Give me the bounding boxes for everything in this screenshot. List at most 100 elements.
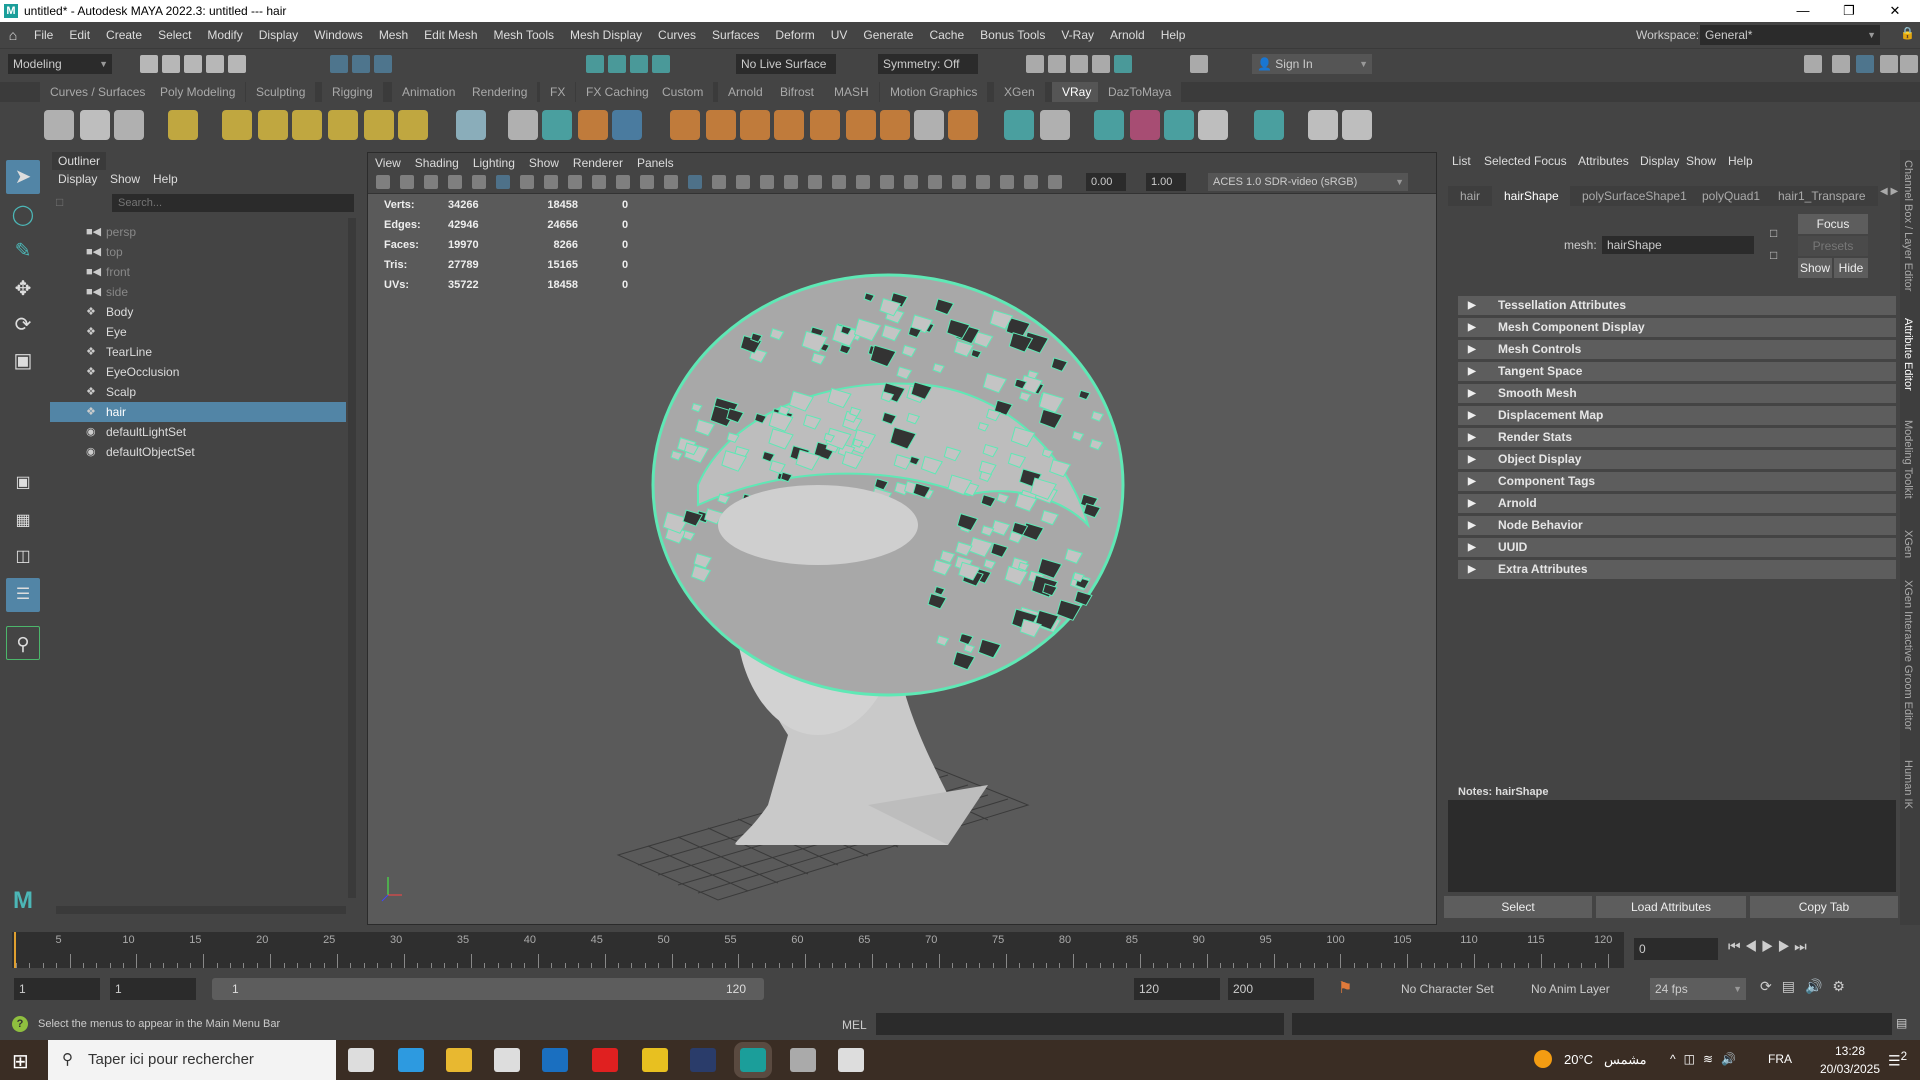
clock-date[interactable]: 20/03/2025	[1810, 1062, 1890, 1076]
shelf-tab-mash[interactable]: MASH	[824, 82, 880, 102]
presets-button[interactable]: Presets	[1798, 236, 1868, 256]
input-language[interactable]: FRA	[1768, 1052, 1792, 1066]
range-slider[interactable]: 1 120	[212, 978, 764, 1000]
menu-windows[interactable]: Windows	[306, 28, 371, 42]
use-all-lights-icon[interactable]	[760, 175, 774, 189]
scale-tool-icon[interactable]: ▣	[6, 344, 40, 378]
character-set-dropdown[interactable]: No Character Set	[1396, 978, 1494, 1000]
home-icon[interactable]: ⌂	[0, 27, 26, 43]
ae-menu-focus[interactable]: Focus	[1534, 154, 1567, 168]
go-to-end-icon[interactable]: ⏭	[1794, 938, 1811, 954]
focus-output-icon[interactable]: □	[1770, 248, 1777, 262]
range-start-field[interactable]: 1	[14, 978, 100, 1000]
copy-tab-button[interactable]: Copy Tab	[1750, 896, 1898, 918]
outliner-item-persp[interactable]: ■◀ persp	[50, 222, 346, 242]
go-to-start-icon[interactable]: ⏮	[1728, 938, 1745, 954]
new-scene-icon[interactable]	[140, 55, 158, 73]
redo-icon[interactable]	[228, 55, 246, 73]
channel-box-icon[interactable]	[1880, 55, 1898, 73]
side-tab-human-ik[interactable]: Human IK	[1902, 760, 1914, 809]
side-tab-xgen[interactable]: XGen	[1902, 530, 1914, 558]
vray-settings-icon[interactable]	[948, 110, 978, 140]
paint-select-tool-icon[interactable]: ✎	[6, 234, 40, 268]
menu-uv[interactable]: UV	[823, 28, 856, 42]
command-input[interactable]	[876, 1013, 1284, 1035]
ae-section-node-behavior[interactable]: ▶ Node Behavior	[1458, 516, 1896, 535]
symmetry-dropdown[interactable]: Symmetry: Off	[878, 54, 978, 74]
focus-input-icon[interactable]: □	[1770, 226, 1777, 240]
shelf-tab-motion-graphics[interactable]: Motion Graphics	[880, 82, 989, 102]
menu-modify[interactable]: Modify	[199, 28, 250, 42]
3d-viewer-icon[interactable]	[838, 1048, 864, 1072]
outliner-item-scalp[interactable]: ❖ Scalp	[50, 382, 346, 402]
vray-fur-icon[interactable]	[612, 110, 642, 140]
vray-multi-material-icon[interactable]	[1164, 110, 1194, 140]
script-language-toggle[interactable]: MEL	[842, 1018, 867, 1032]
menu-cache[interactable]: Cache	[921, 28, 972, 42]
menu-v-ray[interactable]: V-Ray	[1053, 28, 1102, 42]
menu-deform[interactable]: Deform	[767, 28, 822, 42]
ae-tab-hair1-transpare[interactable]: hair1_Transpare	[1766, 186, 1878, 206]
fps-dropdown[interactable]: 24 fps ▼	[1650, 978, 1746, 1000]
anti-aliasing-icon[interactable]	[856, 175, 870, 189]
shelf-tab-custom[interactable]: Custom	[652, 82, 715, 102]
side-tab-attribute-editor[interactable]: Attribute Editor	[1902, 318, 1914, 391]
minimize-button[interactable]: —	[1780, 0, 1826, 22]
vray-sphere-fade-icon[interactable]	[880, 110, 910, 140]
ae-tab-hair[interactable]: hair	[1448, 186, 1493, 206]
vray-fog-icon[interactable]	[670, 110, 700, 140]
exposure-icon[interactable]	[1000, 175, 1014, 189]
ae-tab-hairshape[interactable]: hairShape	[1492, 186, 1571, 206]
lasso-tool-icon[interactable]: ◯	[6, 198, 40, 232]
maximize-button[interactable]: ❐	[1826, 0, 1872, 22]
vray-mesh-light-icon[interactable]	[328, 110, 358, 140]
range-end-field[interactable]: 200	[1228, 978, 1314, 1000]
shelf-tab-xgen[interactable]: XGen	[994, 82, 1046, 102]
ae-section-arnold[interactable]: ▶ Arnold	[1458, 494, 1896, 513]
menu-edit-mesh[interactable]: Edit Mesh	[416, 28, 485, 42]
snap-point-icon[interactable]	[630, 55, 648, 73]
vray-grass-icon[interactable]	[740, 110, 770, 140]
vray-file-icon[interactable]	[1094, 110, 1124, 140]
windows-start-icon[interactable]: ⊞	[12, 1049, 29, 1074]
notifications-icon[interactable]: ☰2	[1888, 1050, 1907, 1070]
move-tool-icon[interactable]: ✥	[6, 272, 40, 306]
clock-time[interactable]: 13:28	[1820, 1044, 1880, 1058]
two-d-pan-zoom-icon[interactable]	[448, 175, 462, 189]
outliner-item-defaultlightset[interactable]: ◉ defaultLightSet	[50, 422, 346, 442]
current-frame-field[interactable]: 0	[1634, 938, 1718, 960]
shelf-tab-poly-modeling[interactable]: Poly Modeling	[150, 82, 247, 102]
save-scene-icon[interactable]	[184, 55, 202, 73]
step-forward-icon[interactable]: ▶	[1778, 938, 1795, 954]
playback-start-field[interactable]: 1	[110, 978, 196, 1000]
shelf-tab-fx-caching[interactable]: FX Caching	[576, 82, 660, 102]
vray-palette-icon[interactable]	[1198, 110, 1228, 140]
vray-light-dome-icon[interactable]	[80, 110, 110, 140]
ae-section-tessellation-attributes[interactable]: ▶ Tessellation Attributes	[1458, 296, 1896, 315]
ae-section-smooth-mesh[interactable]: ▶ Smooth Mesh	[1458, 384, 1896, 403]
menu-help[interactable]: Help	[1153, 28, 1194, 42]
pause-icon[interactable]	[1190, 55, 1208, 73]
vray-frame-buffer-icon[interactable]	[1254, 110, 1284, 140]
photoshop-icon[interactable]	[690, 1048, 716, 1072]
app-icon[interactable]	[790, 1048, 816, 1072]
vray-light-icon[interactable]	[364, 110, 394, 140]
vray-logo-icon[interactable]	[1342, 110, 1372, 140]
menu-file[interactable]: File	[26, 28, 61, 42]
isolate-select-icon[interactable]	[904, 175, 918, 189]
current-time-indicator[interactable]	[14, 932, 16, 968]
outliner-item-side[interactable]: ■◀ side	[50, 282, 346, 302]
depth-of-field-icon[interactable]	[880, 175, 894, 189]
default-material-icon[interactable]	[712, 175, 726, 189]
vray-clipper-icon[interactable]	[1040, 110, 1070, 140]
snap-view-icon[interactable]	[652, 55, 670, 73]
shelf-tab-sculpting[interactable]: Sculpting	[246, 82, 317, 102]
four-view-layout-icon[interactable]: ▦	[6, 504, 40, 538]
hide-button[interactable]: Hide	[1834, 258, 1868, 278]
grease-pencil-icon[interactable]	[472, 175, 486, 189]
maya-taskbar-icon[interactable]	[734, 1042, 772, 1078]
sign-in-dropdown[interactable]: 👤 Sign In ▼	[1252, 54, 1372, 74]
filter-icon[interactable]: □	[56, 195, 63, 209]
menu-edit[interactable]: Edit	[61, 28, 98, 42]
wireframe-icon[interactable]	[664, 175, 678, 189]
